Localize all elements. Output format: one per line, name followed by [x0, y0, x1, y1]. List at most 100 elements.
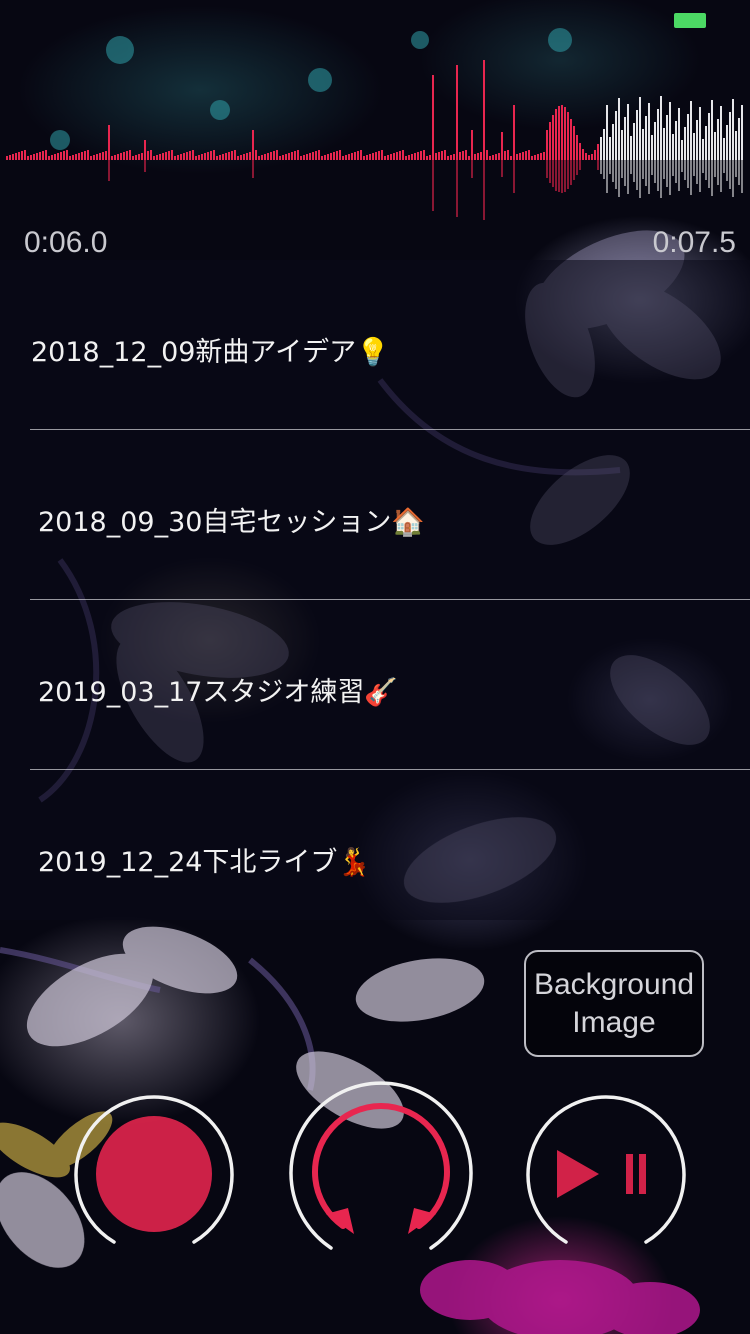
waveform-bar	[345, 155, 347, 160]
waveform-bar	[549, 122, 551, 160]
waveform-reflection	[615, 160, 617, 189]
waveform-bar	[33, 154, 35, 160]
waveform-bar	[627, 104, 629, 160]
waveform-reflection	[621, 160, 623, 178]
waveform-reflection	[501, 160, 503, 177]
waveform-bar	[510, 156, 512, 160]
waveform-reflection	[513, 160, 515, 193]
waveform-bar	[60, 152, 62, 160]
waveform-bar	[408, 155, 410, 160]
waveform-bar	[555, 109, 557, 160]
waveform-bar	[606, 105, 608, 160]
waveform-bar	[630, 136, 632, 160]
waveform-bar	[204, 153, 206, 160]
waveform-reflection	[663, 160, 665, 179]
waveform-bar	[714, 132, 716, 160]
waveform[interactable]	[0, 55, 750, 225]
waveform-bar	[594, 150, 596, 160]
waveform-bar	[582, 149, 584, 160]
waveform-bar	[237, 156, 239, 160]
waveform-bar	[189, 151, 191, 160]
waveform-bar	[444, 150, 446, 160]
waveform-bar	[72, 155, 74, 160]
waveform-bar	[609, 137, 611, 160]
waveform-bar	[21, 151, 23, 160]
waveform-bar	[561, 105, 563, 160]
waveform-bar	[411, 154, 413, 160]
waveform-reflection	[639, 160, 641, 198]
waveform-bar	[654, 122, 656, 160]
waveform-bar	[42, 151, 44, 160]
waveform-bar	[327, 154, 329, 160]
waveform-bar	[69, 156, 71, 160]
waveform-bar	[642, 129, 644, 160]
waveform-bar	[600, 137, 602, 160]
waveform-bar	[522, 152, 524, 160]
waveform-bar	[708, 113, 710, 160]
waveform-bar	[207, 152, 209, 160]
background-image-button[interactable]: Background Image	[524, 950, 704, 1057]
waveform-bar	[723, 138, 725, 160]
waveform-reflection	[666, 160, 668, 187]
battery-icon	[674, 13, 706, 28]
waveform-bar	[687, 114, 689, 160]
waveform-bar	[258, 156, 260, 160]
waveform-reflection	[732, 160, 734, 197]
waveform-bar	[234, 150, 236, 160]
loop-button[interactable]	[288, 1076, 474, 1262]
waveform-bar	[459, 152, 461, 160]
waveform-reflection	[576, 160, 578, 175]
waveform-reflection	[108, 160, 110, 181]
waveform-bar	[489, 156, 491, 160]
waveform-bar	[351, 153, 353, 160]
waveform-bar	[651, 135, 653, 160]
recording-list: 2018_12_09新曲アイデア💡 2018_09_30自宅セッション🏠 201…	[0, 260, 750, 920]
waveform-bar	[429, 155, 431, 160]
waveform-reflection	[432, 160, 434, 211]
waveform-bar	[528, 150, 530, 160]
waveform-bar	[498, 153, 500, 160]
waveform-bar	[720, 106, 722, 160]
waveform-bar	[276, 150, 278, 160]
waveform-bar	[426, 156, 428, 160]
play-pause-button[interactable]	[525, 1094, 687, 1256]
waveform-bar	[132, 156, 134, 160]
waveform-reflection	[252, 160, 254, 178]
waveform-bar	[342, 156, 344, 160]
waveform-bar	[15, 153, 17, 160]
waveform-bar	[255, 150, 257, 160]
waveform-bar	[114, 155, 116, 160]
waveform-bar	[273, 151, 275, 160]
list-item[interactable]: 2019_03_17スタジオ練習🎸	[0, 600, 750, 770]
waveform-bar	[321, 156, 323, 160]
waveform-bar	[306, 154, 308, 160]
list-item[interactable]: 2018_09_30自宅セッション🏠	[0, 430, 750, 600]
waveform-bar	[423, 150, 425, 160]
waveform-bar	[312, 152, 314, 160]
waveform-bar	[174, 156, 176, 160]
waveform-reflection	[660, 160, 662, 198]
waveform-reflection	[699, 160, 701, 192]
waveform-reflection	[567, 160, 569, 189]
waveform-bar	[540, 153, 542, 160]
waveform-bar	[702, 139, 704, 160]
waveform-bar	[546, 130, 548, 160]
waveform-bar	[270, 152, 272, 160]
list-item[interactable]: 2018_12_09新曲アイデア💡	[0, 260, 750, 430]
record-icon	[74, 1095, 234, 1244]
waveform-reflection	[630, 160, 632, 174]
waveform-bar	[96, 154, 98, 160]
waveform-bar	[63, 151, 65, 160]
waveform-bar	[729, 112, 731, 160]
waveform-reflection	[618, 160, 620, 197]
background-image-button-line1: Background	[533, 967, 695, 1001]
waveform-bar	[264, 154, 266, 160]
waveform-reflection	[654, 160, 656, 183]
waveform-bar	[261, 155, 263, 160]
list-item[interactable]: 2019_12_24下北ライブ💃	[0, 770, 750, 940]
waveform-bar	[576, 135, 578, 160]
record-button[interactable]	[73, 1094, 235, 1256]
waveform-bar	[366, 155, 368, 160]
waveform-bar	[735, 131, 737, 160]
waveform-bar	[363, 156, 365, 160]
